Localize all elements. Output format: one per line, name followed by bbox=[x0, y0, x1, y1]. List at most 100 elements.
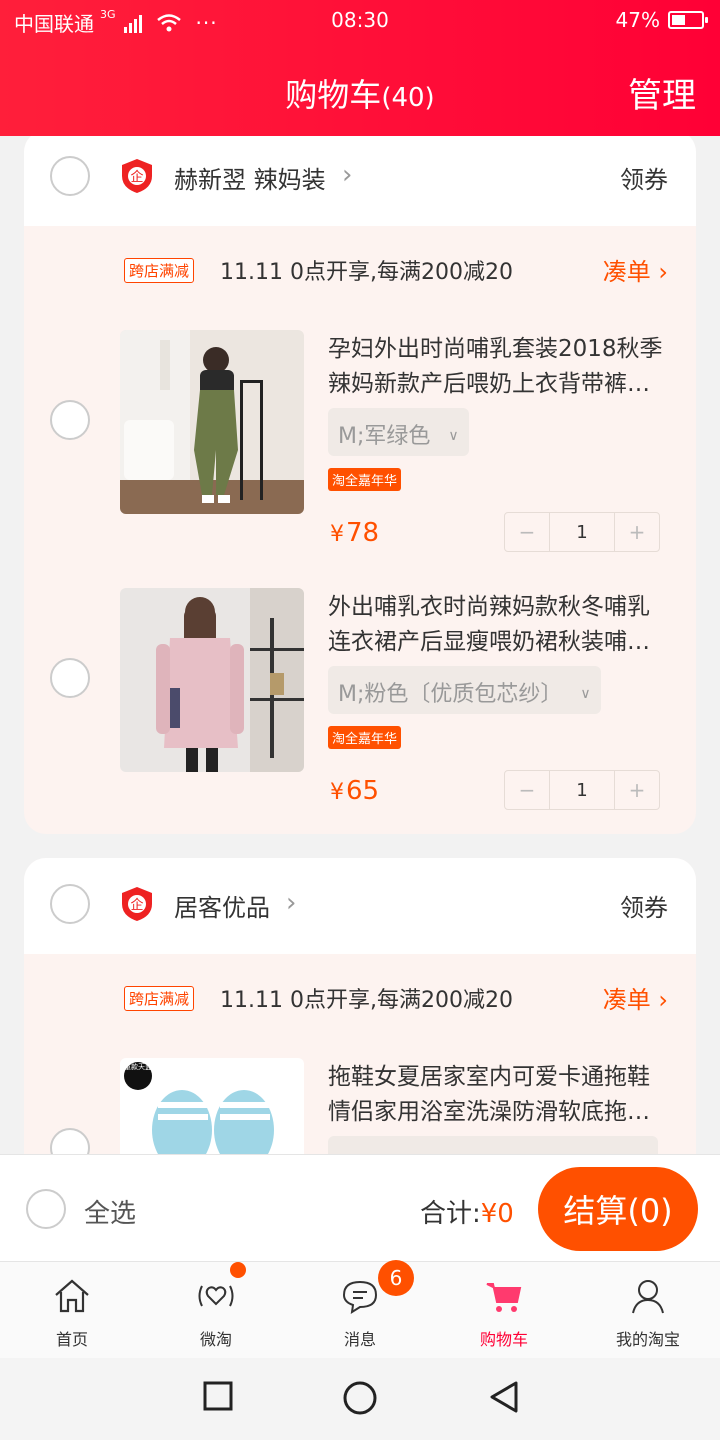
weitao-icon bbox=[198, 1285, 234, 1307]
select-all-checkbox[interactable] bbox=[26, 1189, 66, 1229]
activity-tag: 淘全嘉年华 bbox=[328, 726, 402, 749]
item-price: ¥78 bbox=[330, 518, 379, 548]
sku-selector[interactable]: M;军绿色 ∨ bbox=[328, 408, 469, 456]
product-image[interactable] bbox=[120, 330, 304, 514]
product-image[interactable] bbox=[120, 588, 304, 772]
svg-text:企: 企 bbox=[130, 169, 143, 185]
recent-apps-icon[interactable] bbox=[202, 1380, 234, 1412]
tab-label: 我的淘宝 bbox=[615, 1330, 680, 1349]
decrease-button[interactable]: − bbox=[505, 513, 549, 551]
tab-cart[interactable]: 购物车 bbox=[432, 1262, 576, 1358]
item-select-checkbox[interactable] bbox=[50, 658, 90, 698]
battery-percent: 47% bbox=[615, 8, 660, 32]
status-time: 08:30 bbox=[331, 8, 389, 32]
product-title[interactable]: 拖鞋女夏居家室内可爱卡通拖鞋情侣家用浴室洗澡防滑软底拖… bbox=[328, 1060, 668, 1130]
currency-symbol: ¥ bbox=[330, 780, 344, 805]
chevron-right-icon: › bbox=[658, 258, 668, 286]
total-label: 合计: bbox=[420, 1199, 481, 1229]
add-items-link[interactable]: 凑单 › bbox=[603, 980, 668, 1015]
store-select-checkbox[interactable] bbox=[50, 884, 90, 924]
title-bar: 购物车(40) 管理 bbox=[0, 64, 720, 120]
page-title-text: 购物车 bbox=[285, 76, 382, 114]
cart-list[interactable]: 企 赫新翌 辣妈装 › 领券 跨店满减 11.11 0点开享,每满200减20 … bbox=[0, 136, 720, 1154]
system-nav-bar bbox=[0, 1358, 720, 1440]
message-count-badge: 6 bbox=[378, 1260, 414, 1296]
store-name[interactable]: 居客优品 bbox=[174, 888, 270, 923]
store-select-checkbox[interactable] bbox=[50, 156, 90, 196]
battery-icon bbox=[668, 11, 708, 29]
home-button-icon[interactable] bbox=[342, 1380, 378, 1416]
quantity-value[interactable]: 1 bbox=[549, 771, 615, 809]
image-badge: 童款天蓝 bbox=[124, 1063, 152, 1071]
currency-symbol: ¥ bbox=[330, 522, 344, 547]
checkout-bar: 全选 合计:¥0 结算(0) bbox=[0, 1154, 720, 1262]
promo-tag: 跨店满减 bbox=[124, 258, 195, 283]
coupon-button[interactable]: 领券 bbox=[620, 160, 668, 195]
store-header: 企 居客优品 › 领券 bbox=[24, 858, 696, 954]
add-items-label: 凑单 bbox=[602, 258, 651, 286]
promo-text: 11.11 0点开享,每满200减20 bbox=[220, 260, 513, 285]
tab-bar: 首页 微淘 消息 购物车 我的淘宝 6 bbox=[0, 1260, 720, 1358]
weitao-dot-badge bbox=[230, 1262, 246, 1278]
store-header: 企 赫新翌 辣妈装 › 领券 bbox=[24, 136, 696, 226]
chevron-down-icon: ∨ bbox=[580, 686, 591, 702]
item-select-checkbox[interactable] bbox=[50, 400, 90, 440]
chevron-right-icon[interactable]: › bbox=[286, 888, 296, 918]
coupon-button[interactable]: 领券 bbox=[620, 888, 668, 923]
activity-tag: 淘全嘉年华 bbox=[328, 468, 402, 491]
enterprise-shop-icon: 企 bbox=[122, 887, 152, 921]
chevron-down-icon: ∨ bbox=[448, 428, 459, 444]
sku-selector[interactable] bbox=[328, 1136, 658, 1154]
checkout-button[interactable]: 结算(0) bbox=[538, 1167, 698, 1251]
quantity-value[interactable]: 1 bbox=[549, 513, 615, 551]
cart-item: 童款天蓝 拖鞋女夏居家室内可爱卡通拖鞋情侣家用浴室洗澡防滑软底拖… bbox=[24, 1058, 696, 1154]
item-price: ¥65 bbox=[330, 776, 379, 806]
manage-button[interactable]: 管理 bbox=[628, 68, 696, 117]
status-right: 47% bbox=[615, 8, 708, 32]
product-title[interactable]: 外出哺乳衣时尚辣妈款秋冬哺乳连衣裙产后显瘦喂奶裙秋装哺… bbox=[328, 590, 668, 660]
tab-home[interactable]: 首页 bbox=[0, 1262, 144, 1358]
tab-my-taobao[interactable]: 我的淘宝 bbox=[576, 1262, 720, 1358]
add-items-link[interactable]: 凑单 › bbox=[603, 252, 668, 287]
product-image[interactable]: 童款天蓝 bbox=[120, 1058, 304, 1154]
total-value: ¥0 bbox=[480, 1199, 514, 1229]
header: 中国联通 3G ··· 08:30 47% 购物车(40) 管理 bbox=[0, 0, 720, 136]
product-photo-overalls bbox=[120, 330, 304, 514]
select-all-label[interactable]: 全选 bbox=[84, 1193, 136, 1230]
status-bar: 中国联通 3G ··· 08:30 47% bbox=[0, 0, 720, 42]
tab-label: 购物车 bbox=[479, 1330, 528, 1349]
sku-selector[interactable]: M;粉色〔优质包芯纱〕 ∨ bbox=[328, 666, 601, 714]
item-select-checkbox[interactable] bbox=[50, 1128, 90, 1154]
increase-button[interactable]: + bbox=[615, 513, 659, 551]
increase-button[interactable]: + bbox=[615, 771, 659, 809]
promo-text: 11.11 0点开享,每满200减20 bbox=[220, 988, 513, 1013]
store-card: 企 赫新翌 辣妈装 › 领券 跨店满减 11.11 0点开享,每满200减20 … bbox=[24, 136, 696, 834]
quantity-stepper: − 1 + bbox=[504, 512, 660, 552]
page-title: 购物车(40) bbox=[0, 70, 720, 116]
home-icon bbox=[55, 1279, 89, 1313]
tab-label: 消息 bbox=[343, 1330, 376, 1349]
cart-item: 外出哺乳衣时尚辣妈款秋冬哺乳连衣裙产后显瘦喂奶裙秋装哺… M;粉色〔优质包芯纱〕… bbox=[24, 588, 696, 810]
decrease-button[interactable]: − bbox=[505, 771, 549, 809]
cart-count: (40) bbox=[381, 83, 435, 113]
chevron-right-icon[interactable]: › bbox=[342, 160, 352, 190]
sku-text: M;军绿色 bbox=[338, 424, 431, 449]
cart-icon bbox=[486, 1283, 522, 1312]
price-value: 65 bbox=[346, 776, 380, 806]
product-photo-slippers bbox=[120, 1058, 304, 1154]
tab-weitao[interactable]: 微淘 bbox=[144, 1262, 288, 1358]
cart-item: 孕妇外出时尚哺乳套装2018秋季辣妈新款产后喂奶上衣背带裤… M;军绿色 ∨ 淘全… bbox=[24, 330, 696, 552]
chevron-right-icon: › bbox=[658, 986, 668, 1014]
tab-label: 首页 bbox=[55, 1330, 88, 1349]
product-title[interactable]: 孕妇外出时尚哺乳套装2018秋季辣妈新款产后喂奶上衣背带裤… bbox=[328, 332, 668, 402]
enterprise-shop-icon: 企 bbox=[122, 159, 152, 193]
store-name[interactable]: 赫新翌 辣妈装 bbox=[174, 160, 326, 195]
back-icon[interactable] bbox=[488, 1380, 520, 1414]
message-icon bbox=[342, 1280, 378, 1314]
promo-row: 跨店满减 11.11 0点开享,每满200减20 凑单 › bbox=[24, 240, 696, 300]
add-items-label: 凑单 bbox=[602, 986, 651, 1014]
tab-label: 微淘 bbox=[199, 1330, 232, 1349]
total-amount: 合计:¥0 bbox=[420, 1193, 514, 1230]
product-photo-dress bbox=[120, 588, 304, 772]
store-card: 企 居客优品 › 领券 跨店满减 11.11 0点开享,每满200减20 凑单 … bbox=[24, 858, 696, 1154]
